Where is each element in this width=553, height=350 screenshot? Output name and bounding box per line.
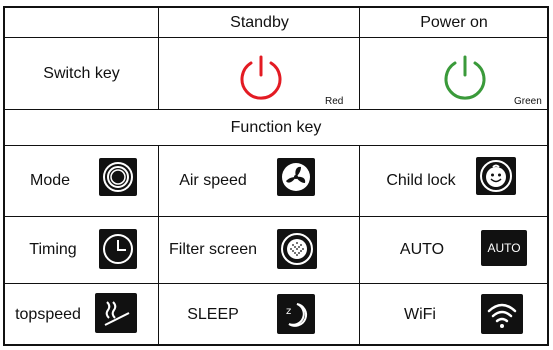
function-label-air-speed: Air speed (179, 172, 247, 189)
switch-key-label: Switch key (43, 64, 120, 82)
fan-icon (277, 158, 315, 196)
filter-icon (277, 229, 317, 269)
power-icon-green (444, 55, 486, 100)
auto-icon-text: AUTO (487, 241, 521, 255)
function-label-auto: AUTO (399, 241, 445, 258)
function-label-timing: Timing (29, 241, 77, 258)
function-label-sleep: SLEEP (187, 306, 239, 323)
function-label-wifi: WiFi (404, 306, 436, 323)
auto-icon: AUTO (481, 230, 527, 266)
function-label-topspeed: topspeed (15, 306, 81, 323)
power-on-color-label: Green (514, 96, 542, 107)
header-standby: Standby (230, 13, 289, 31)
function-key-header: Function key (230, 118, 322, 136)
row-divider (5, 145, 547, 146)
header-power-on: Power on (420, 13, 488, 31)
col-divider (158, 145, 159, 346)
function-label-filter-screen: Filter screen (168, 241, 258, 258)
sleep-icon: z (277, 294, 315, 334)
svg-text:z: z (286, 306, 291, 317)
col-divider (359, 145, 360, 346)
topspeed-icon (95, 293, 137, 333)
function-label-mode: Mode (29, 172, 71, 189)
clock-icon (99, 229, 137, 269)
wifi-icon (481, 294, 523, 334)
function-table: Standby Power on Switch key Red Green Fu… (3, 6, 549, 346)
standby-color-label: Red (325, 96, 344, 107)
power-icon-red (240, 55, 282, 100)
col-divider (359, 8, 360, 109)
function-label-child-lock: Child lock (386, 172, 456, 189)
col-divider (158, 8, 159, 109)
child-lock-icon (476, 157, 516, 195)
mode-icon (99, 158, 137, 196)
row-divider (5, 216, 547, 217)
